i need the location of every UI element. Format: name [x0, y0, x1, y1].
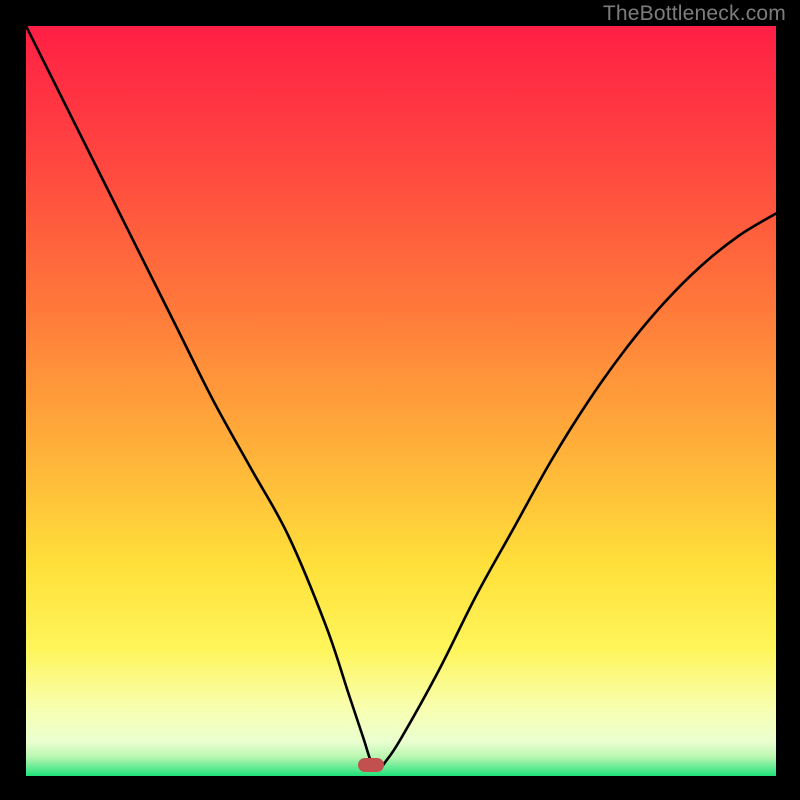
- watermark-text: TheBottleneck.com: [603, 2, 786, 26]
- curve-path: [26, 26, 776, 769]
- plot-area: [26, 26, 776, 776]
- chart-frame: TheBottleneck.com bottleneck-curve: [0, 0, 800, 800]
- minimum-marker: [358, 758, 384, 772]
- bottleneck-curve: [26, 26, 776, 776]
